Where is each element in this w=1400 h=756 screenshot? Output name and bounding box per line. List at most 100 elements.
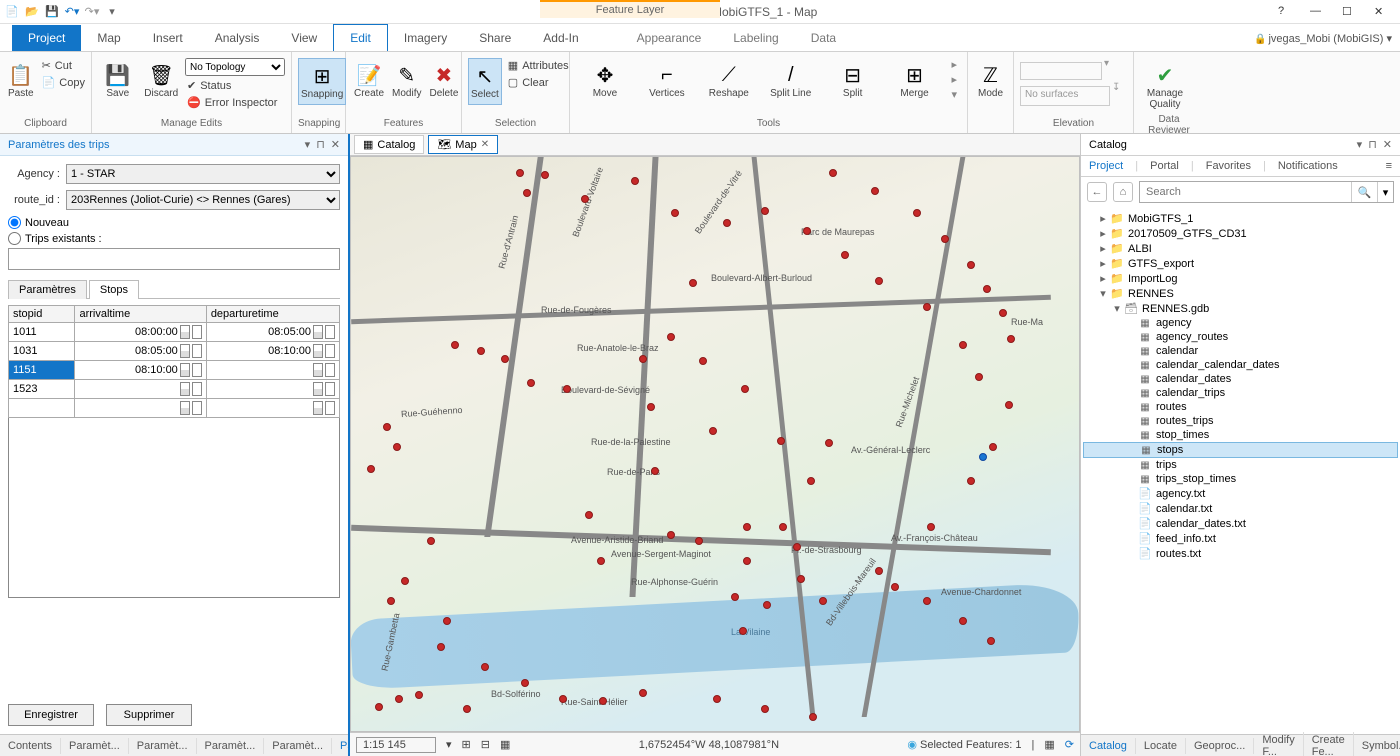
- dock-tab[interactable]: Create Fe...: [1304, 732, 1354, 756]
- footer-tool-icon[interactable]: ▦: [1044, 738, 1054, 751]
- table-row[interactable]: 115108:10:00: [9, 361, 340, 380]
- scale-dropdown-icon[interactable]: ▾: [446, 738, 452, 751]
- map-feature-dot[interactable]: [975, 373, 983, 381]
- map-feature-dot[interactable]: [959, 617, 967, 625]
- map-feature-dot[interactable]: [825, 439, 833, 447]
- tab-labeling[interactable]: Labeling: [717, 25, 794, 51]
- table-row[interactable]: 101108:00:0008:05:00: [9, 323, 340, 342]
- map-feature-dot[interactable]: [841, 251, 849, 259]
- map-feature-dot[interactable]: [875, 277, 883, 285]
- map-feature-dot[interactable]: [375, 703, 383, 711]
- route-select[interactable]: 203Rennes (Joliot-Curie) <> Rennes (Gare…: [66, 190, 340, 210]
- map-feature-dot[interactable]: [393, 443, 401, 451]
- map-feature-dot[interactable]: [639, 689, 647, 697]
- map-feature-dot[interactable]: [743, 557, 751, 565]
- qat-undo-icon[interactable]: ↶▾: [64, 4, 80, 20]
- catalog-close-icon[interactable]: ✕: [1383, 138, 1392, 151]
- tree-node[interactable]: 📄feed_info.txt: [1083, 531, 1398, 546]
- map-feature-dot[interactable]: [739, 627, 747, 635]
- nav-back-icon[interactable]: ←: [1087, 182, 1107, 202]
- tree-node[interactable]: ▦stop_times: [1083, 428, 1398, 442]
- tree-node[interactable]: ▦trips_stop_times: [1083, 472, 1398, 486]
- subtab-stops[interactable]: Stops: [89, 280, 139, 299]
- map-feature-dot[interactable]: [987, 637, 995, 645]
- qat-open-icon[interactable]: 📂: [24, 4, 40, 20]
- error-inspector-button[interactable]: ⛔ Error Inspector: [185, 95, 285, 110]
- subtab-parametres[interactable]: Paramètres: [8, 280, 87, 299]
- snapping-button[interactable]: ⊞Snapping: [298, 58, 346, 105]
- save-button[interactable]: Enregistrer: [8, 704, 94, 726]
- map-feature-dot[interactable]: [967, 261, 975, 269]
- map-feature-dot[interactable]: [689, 279, 697, 287]
- map-feature-dot[interactable]: [1007, 335, 1015, 343]
- map-feature-dot[interactable]: [777, 437, 785, 445]
- copy-button[interactable]: 📄 Copy: [40, 75, 87, 90]
- map-feature-dot[interactable]: [647, 403, 655, 411]
- discard-button[interactable]: 🗑Discard: [142, 58, 182, 103]
- tree-node[interactable]: ▦agency: [1083, 316, 1398, 330]
- tree-node[interactable]: ▦calendar: [1083, 344, 1398, 358]
- qat-more-icon[interactable]: ▾: [104, 4, 120, 20]
- map-feature-dot[interactable]: [713, 695, 721, 703]
- split-tool[interactable]: ⊟Split: [828, 58, 878, 103]
- map-feature-dot[interactable]: [516, 169, 524, 177]
- move-tool[interactable]: ✥Move: [580, 58, 630, 103]
- map-feature-dot[interactable]: [875, 567, 883, 575]
- map-feature-dot[interactable]: [563, 385, 571, 393]
- selected-features[interactable]: Selected Features: 1: [907, 738, 1021, 751]
- split-line-tool[interactable]: /Split Line: [766, 58, 816, 103]
- tree-node[interactable]: ▸📁GTFS_export: [1083, 256, 1398, 271]
- tab-share[interactable]: Share: [463, 25, 527, 51]
- map-feature-dot[interactable]: [527, 379, 535, 387]
- map-feature-dot[interactable]: [639, 355, 647, 363]
- map-feature-dot[interactable]: [523, 189, 531, 197]
- map-feature-dot[interactable]: [959, 341, 967, 349]
- map-feature-dot[interactable]: [443, 617, 451, 625]
- map-feature-dot[interactable]: [597, 557, 605, 565]
- reshape-tool[interactable]: ⟋Reshape: [704, 58, 754, 103]
- map-feature-dot[interactable]: [521, 679, 529, 687]
- catalog-menu-icon[interactable]: ≡: [1386, 160, 1392, 172]
- map-feature-dot[interactable]: [927, 523, 935, 531]
- table-row[interactable]: 1523: [9, 380, 340, 399]
- map-feature-dot[interactable]: [999, 309, 1007, 317]
- map-feature-dot[interactable]: [559, 695, 567, 703]
- map-feature-dot[interactable]: [581, 195, 589, 203]
- map-feature-dot[interactable]: [667, 531, 675, 539]
- col-arrival[interactable]: arrivaltime: [75, 306, 206, 323]
- tab-project[interactable]: Project: [12, 25, 81, 51]
- tree-node[interactable]: 📄calendar_dates.txt: [1083, 516, 1398, 531]
- map-feature-dot[interactable]: [809, 713, 817, 721]
- map-feature-dot[interactable]: [367, 465, 375, 473]
- map-feature-dot[interactable]: [743, 523, 751, 531]
- map-feature-dot[interactable]: [395, 695, 403, 703]
- map-feature-dot[interactable]: [585, 511, 593, 519]
- existing-trips-input[interactable]: [8, 248, 340, 270]
- delete-button[interactable]: Supprimer: [106, 704, 192, 726]
- catalog-tab-portal[interactable]: Portal: [1150, 160, 1179, 172]
- map-feature-dot[interactable]: [383, 423, 391, 431]
- table-row[interactable]: [9, 399, 340, 418]
- map-feature-dot[interactable]: [671, 209, 679, 217]
- search-icon[interactable]: 🔍: [1351, 182, 1377, 202]
- map-feature-dot[interactable]: [891, 583, 899, 591]
- vertices-tool[interactable]: ⌐Vertices: [642, 58, 692, 103]
- map-feature-selected-dot[interactable]: [979, 453, 987, 461]
- map-feature-dot[interactable]: [731, 593, 739, 601]
- tab-edit[interactable]: Edit: [333, 24, 388, 51]
- dock-tab[interactable]: Paramèt...: [197, 738, 265, 754]
- tree-node[interactable]: ▦stops: [1083, 442, 1398, 458]
- tree-node[interactable]: ▾📁RENNES: [1083, 286, 1398, 301]
- map-feature-dot[interactable]: [477, 347, 485, 355]
- dock-tab[interactable]: Paramèt...: [61, 738, 129, 754]
- maximize-icon[interactable]: ☐: [1342, 5, 1356, 19]
- clear-selection-button[interactable]: ▢ Clear: [506, 75, 571, 90]
- attributes-button[interactable]: ▦ Attributes: [506, 58, 571, 73]
- map-feature-dot[interactable]: [923, 303, 931, 311]
- dock-tab[interactable]: Geoproc...: [1186, 738, 1254, 754]
- create-button[interactable]: 📝Create: [352, 58, 386, 103]
- catalog-tab-notifications[interactable]: Notifications: [1278, 160, 1338, 172]
- pane-dropdown-icon[interactable]: ▾: [305, 138, 311, 151]
- mode-button[interactable]: ℤMode: [974, 58, 1007, 103]
- map-feature-dot[interactable]: [779, 523, 787, 531]
